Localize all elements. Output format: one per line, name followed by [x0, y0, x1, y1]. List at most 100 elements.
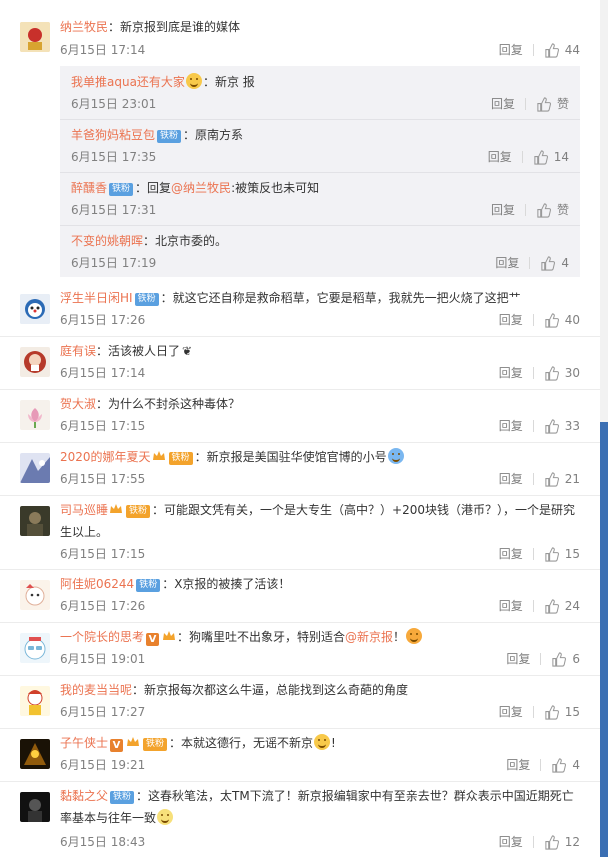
reply-button[interactable]: 回复 — [499, 40, 523, 60]
reply-username[interactable]: 醉醺香 — [71, 181, 107, 195]
like-button[interactable]: 44 — [544, 40, 580, 60]
like-count: 30 — [564, 366, 580, 380]
fan-badge: 铁粉 — [136, 579, 161, 592]
reply-button[interactable]: 回复 — [495, 253, 519, 273]
comment-time: 6月15日 18:43 — [60, 835, 146, 849]
comment-meta: 6月15日 17:26 回复 40 — [60, 310, 580, 330]
like-button[interactable]: 15 — [544, 702, 580, 722]
comment-username[interactable]: 庭有误 — [60, 344, 96, 358]
reply-username[interactable]: 羊爸狗妈粘豆包 — [71, 128, 155, 142]
like-button[interactable]: 40 — [544, 310, 580, 330]
like-button[interactable]: 6 — [551, 649, 580, 669]
divider — [540, 759, 542, 771]
like-button[interactable]: 33 — [544, 416, 580, 436]
avatar[interactable] — [20, 792, 50, 822]
comment-body: ：活该被人日了 — [96, 344, 181, 358]
mention-link[interactable]: @纳兰牧民 — [171, 181, 231, 195]
comment-meta: 6月15日 17:14 回复 30 — [60, 363, 580, 383]
like-count: 44 — [564, 43, 580, 57]
comment-username[interactable]: 贺大淑 — [60, 397, 96, 411]
comment-username[interactable]: 司马巡睡 — [60, 503, 108, 517]
comment-username[interactable]: 我的麦当当呢 — [60, 683, 132, 697]
fan-badge: 铁粉 — [143, 738, 168, 751]
avatar[interactable] — [20, 400, 50, 430]
reply-button[interactable]: 回复 — [499, 596, 523, 616]
verified-v-icon: V — [110, 739, 124, 752]
like-button[interactable]: 4 — [551, 755, 580, 775]
reply-button[interactable]: 回复 — [499, 544, 523, 564]
reply-meta: 6月15日 17:19 回复 4 — [71, 253, 569, 273]
avatar[interactable] — [20, 506, 50, 536]
avatar[interactable] — [20, 22, 50, 52]
like-button[interactable]: 赞 — [536, 94, 569, 114]
comment-item: 一个院长的思考 V ：狗嘴里吐不出象牙，特别适合@新京报！ 6月15日 19:01 … — [0, 623, 600, 676]
reply-button[interactable]: 回复 — [499, 469, 523, 489]
reply-button[interactable]: 回复 — [506, 649, 530, 669]
comment-item: 司马巡睡 铁粉 ：可能跟文凭有关，一个是大专生（高中？）+200块钱（港币？），一个… — [0, 496, 600, 570]
like-button[interactable]: 24 — [544, 596, 580, 616]
comment-actions: 回复 33 — [499, 416, 580, 436]
scrollbar-track[interactable] — [600, 0, 608, 422]
comment-actions: 回复 15 — [499, 544, 580, 564]
comment-item: 黏黏之父 铁粉 ：这春秋笔法，太TM下流了！新京报编辑家中有至亲去世？群众表示中国近… — [0, 782, 600, 857]
reply-button[interactable]: 回复 — [491, 94, 515, 114]
crown-badge-icon — [152, 451, 165, 460]
comment-body-tail: ！ — [393, 630, 406, 644]
reply-button[interactable]: 回复 — [491, 200, 515, 220]
like-button[interactable]: 4 — [540, 253, 569, 273]
reply-button[interactable]: 回复 — [499, 832, 523, 852]
avatar[interactable] — [20, 294, 50, 324]
crown-badge-icon — [127, 737, 140, 746]
reply-text: 我单推aqua还有大家 ：新京 报 — [71, 71, 569, 93]
like-count: 33 — [564, 419, 580, 433]
comment-text: 纳兰牧民：新京报到底是谁的媒体 — [60, 16, 580, 38]
divider — [532, 836, 534, 848]
like-count: 24 — [564, 599, 580, 613]
like-button[interactable]: 12 — [544, 832, 580, 852]
mention-link[interactable]: @新京报 — [345, 630, 393, 644]
comment-username[interactable]: 2020的娜年夏天 — [60, 450, 151, 464]
comment-username[interactable]: 阿佳妮06244 — [60, 577, 134, 591]
bug-emoji-icon: ❦ — [182, 344, 193, 358]
comment-meta: 6月15日 19:01 回复 6 — [60, 649, 580, 669]
reply-button[interactable]: 回复 — [499, 416, 523, 436]
comment-username[interactable]: 子午侠士 — [60, 736, 108, 750]
comment-time: 6月15日 17:14 — [60, 366, 146, 380]
comment-body: ：狗嘴里吐不出象牙，特别适合 — [177, 630, 346, 644]
avatar[interactable] — [20, 453, 50, 483]
avatar[interactable] — [20, 686, 50, 716]
thumbs-up-icon — [545, 471, 559, 487]
comment-body: ：为什么不封杀这种毒体？ — [96, 397, 241, 411]
comment-username[interactable]: 黏黏之父 — [60, 789, 108, 803]
like-button[interactable]: 15 — [544, 544, 580, 564]
comment-meta: 6月15日 17:26 回复 24 — [60, 596, 580, 616]
thumbs-up-icon — [545, 598, 559, 614]
avatar[interactable] — [20, 633, 50, 663]
reply-button[interactable]: 回复 — [488, 147, 512, 167]
like-count: 4 — [572, 758, 580, 772]
like-count: 赞 — [556, 203, 569, 217]
avatar[interactable] — [20, 580, 50, 610]
reply-username[interactable]: 不变的姚朝晖 — [71, 234, 143, 248]
divider — [532, 548, 534, 560]
fan-badge: 铁粉 — [134, 293, 159, 306]
like-button[interactable]: 14 — [533, 147, 569, 167]
like-button[interactable]: 30 — [544, 363, 580, 383]
like-button[interactable]: 赞 — [536, 200, 569, 220]
reply-button[interactable]: 回复 — [506, 755, 530, 775]
scrollbar-thumb[interactable] — [600, 422, 608, 857]
like-button[interactable]: 21 — [544, 469, 580, 489]
comment-actions: 回复 24 — [499, 596, 580, 616]
avatar[interactable] — [20, 347, 50, 377]
reply-username[interactable]: 我单推aqua还有大家 — [71, 75, 185, 89]
comment-actions: 回复 12 — [499, 832, 580, 852]
reply-button[interactable]: 回复 — [499, 310, 523, 330]
reply-body-tail: :被策反也未可知 — [231, 181, 320, 195]
comment-username[interactable]: 纳兰牧民 — [60, 20, 108, 34]
comment-meta: 6月15日 17:14 回复 44 — [60, 40, 580, 60]
reply-button[interactable]: 回复 — [499, 702, 523, 722]
comment-username[interactable]: 浮生半日闲HI — [60, 291, 133, 305]
reply-button[interactable]: 回复 — [499, 363, 523, 383]
comment-username[interactable]: 一个院长的思考 — [60, 630, 144, 644]
avatar[interactable] — [20, 739, 50, 769]
